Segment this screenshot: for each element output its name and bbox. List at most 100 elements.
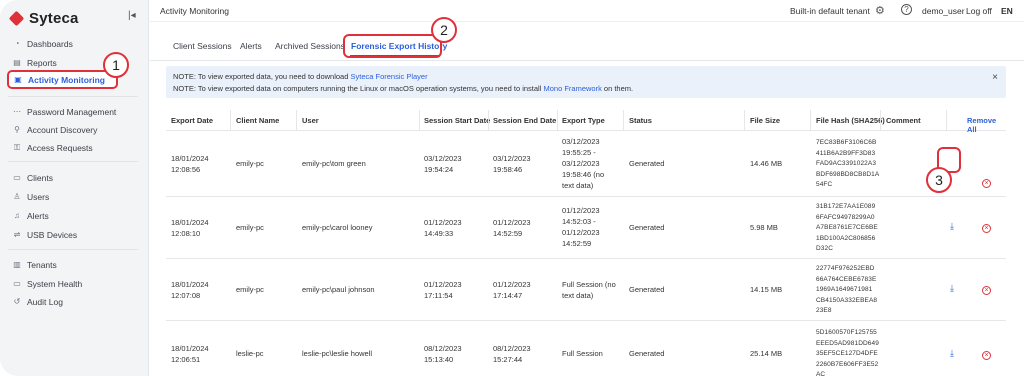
sidebar-item-account-discovery[interactable]: ⚲ Account Discovery [0,120,149,139]
page-title: Activity Monitoring [160,6,229,16]
column-header[interactable]: File Size [750,110,780,131]
export-type-cell: Full Session (no text data) [562,280,616,300]
column-header[interactable]: Session End Date [493,110,556,131]
tab-alerts[interactable]: Alerts [240,41,262,51]
sidebar-item-alerts[interactable]: ♫ Alerts [0,206,149,225]
logo[interactable]: Syteca [8,9,79,27]
file-hash-cell: 22774F976252EBD 66A764CEBE6783E 1969A164… [816,265,878,314]
export-type-cell: 03/12/2023 19:55:25 - 03/12/2023 19:58:4… [562,137,605,190]
export-date-cell: 18/01/2024 12:08:56 [171,154,209,174]
table-row: 18/01/2024 12:06:51 leslie-pc leslie-pc\… [166,321,1006,376]
mono-framework-link[interactable]: Mono Framework [543,84,601,93]
sidebar-item-label: USB Devices [27,229,78,240]
sidebar-item-label: Users [27,191,50,202]
app-window: Syteca |◂ ◔ Dashboards ▤ Reports ▣ Activ… [0,0,1024,376]
tab-bar: Client Sessions Alerts Archived Sessions… [150,23,1024,61]
column-header[interactable]: Export Date [171,110,213,131]
help-icon[interactable]: ? [901,4,912,15]
callout-1: 1 [103,52,129,78]
info-note: NOTE: To view exported data, you need to… [166,66,1006,98]
status-cell: Generated [629,159,665,168]
sidebar-item-access-requests[interactable]: ⚿ Access Requests [0,138,149,157]
client-name-cell: emily-pc [236,223,264,232]
delete-icon[interactable]: × [982,224,991,233]
session-end-cell: 08/12/2023 15:27:44 [493,344,531,364]
sidebar-item-clients[interactable]: ▭ Clients [0,168,149,187]
column-divider [946,110,947,131]
tab-client-sessions[interactable]: Client Sessions [173,41,232,51]
sidebar-item-users[interactable]: ♙ Users [0,187,149,206]
session-end-cell: 01/12/2023 14:52:59 [493,218,531,238]
export-type-cell: 01/12/2023 14:52:03 - 01/12/2023 14:52:5… [562,206,600,248]
table-row: 18/01/2024 12:08:10 emily-pc emily-pc\ca… [166,197,1006,259]
delete-icon[interactable]: × [982,351,991,360]
remove-all-button[interactable]: Remove All [967,110,1006,134]
sidebar-item-label: Audit Log [27,296,63,307]
sidebar-item-label: Clients [27,172,53,183]
tab-archived-sessions[interactable]: Archived Sessions [275,41,345,51]
sidebar-item-password-management[interactable]: ⋯ Password Management [0,102,149,121]
file-size-cell: 14.46 MB [750,159,783,168]
session-start-cell: 01/12/2023 14:49:33 [424,218,462,238]
sidebar-item-tenants[interactable]: ▥ Tenants [0,255,149,274]
session-start-cell: 03/12/2023 19:54:24 [424,154,462,174]
table-row: 18/01/2024 12:08:56 emily-pc emily-pc\to… [166,131,1006,197]
reports-icon: ▤ [13,58,21,67]
export-date-cell: 18/01/2024 12:06:51 [171,344,209,364]
export-type-cell: Full Session [562,349,603,358]
clients-icon: ▭ [13,173,21,182]
sidebar-item-label: Account Discovery [27,124,98,135]
access-icon: ⚿ [13,142,21,152]
client-name-cell: emily-pc [236,159,264,168]
user-name[interactable]: demo_user [922,6,965,16]
sidebar-item-usb-devices[interactable]: ⇌ USB Devices [0,225,149,244]
download-icon[interactable]: ⤓ [950,348,954,359]
delete-icon[interactable]: × [982,286,991,295]
column-divider [296,110,297,131]
user-cell: emily-pc\tom green [302,159,366,168]
session-start-cell: 01/12/2023 17:11:54 [424,280,462,300]
column-header[interactable]: User [302,110,319,131]
close-icon[interactable]: × [992,72,998,83]
collapse-icon[interactable]: |◂ [128,10,136,21]
table-header: Export Date Client Name User Session Sta… [166,110,1006,134]
column-header[interactable]: Session Start Date [424,110,490,131]
user-cell: emily-pc\carol looney [302,223,373,232]
gear-icon[interactable]: ⚙ [875,4,885,17]
callout-3: 3 [926,167,952,193]
sidebar-item-label: System Health [27,278,83,289]
forensic-player-link[interactable]: Syteca Forensic Player [350,72,427,81]
client-name-cell: emily-pc [236,285,264,294]
table-row: 18/01/2024 12:07:08 emily-pc emily-pc\pa… [166,259,1006,321]
column-divider [230,110,231,131]
column-divider [557,110,558,131]
sidebar-item-label: Password Management [27,106,117,117]
sidebar-item-system-health[interactable]: ▭ System Health [0,274,149,293]
logoff-link[interactable]: Log off [966,6,992,16]
tab-highlight-box [343,34,442,58]
download-icon[interactable]: ⤓ [950,221,954,232]
sidebar-item-dashboards[interactable]: ◔ Dashboards [0,34,149,53]
sidebar-item-label: Dashboards [27,38,73,49]
language-selector[interactable]: EN [1001,6,1013,16]
column-header[interactable]: Export Type [562,110,605,131]
file-hash-cell: 7EC83B6F3106C6B 411B6A2B9FF3D83 FAD9AC33… [816,139,880,188]
sidebar-item-audit-log[interactable]: ↺ Audit Log [0,292,149,311]
file-size-cell: 14.15 MB [750,285,783,294]
download-icon[interactable]: ⤓ [950,283,954,294]
column-header[interactable]: Comment [886,110,921,131]
file-size-cell: 5.98 MB [750,223,778,232]
sidebar-item-label: Alerts [27,210,49,221]
column-header[interactable]: Status [629,110,652,131]
column-header[interactable]: Client Name [236,110,279,131]
usb-icon: ⇌ [13,230,21,239]
sidebar-divider [8,161,138,162]
delete-icon[interactable]: × [982,179,991,188]
export-date-cell: 18/01/2024 12:07:08 [171,280,209,300]
column-divider [419,110,420,131]
sidebar: Syteca |◂ ◔ Dashboards ▤ Reports ▣ Activ… [0,0,149,376]
user-cell: leslie-pc\leslie howell [302,349,373,358]
tenant-selector[interactable]: Built-in default tenant [790,6,870,16]
sidebar-item-activity-monitoring[interactable]: ▣ Activity Monitoring [7,70,118,89]
column-header[interactable]: File Hash (SHA256) [816,110,885,131]
